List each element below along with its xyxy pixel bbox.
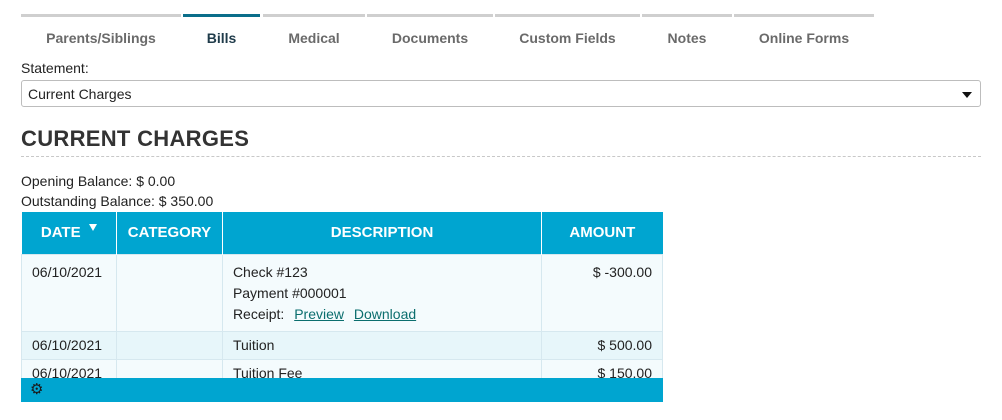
- tab-online-forms[interactable]: Online Forms: [734, 14, 874, 54]
- statement-select[interactable]: Current Charges: [21, 80, 981, 107]
- description-line: Payment #000001: [232, 284, 347, 301]
- tab-notes[interactable]: Notes: [642, 14, 732, 54]
- date-header-label: DATE: [40, 224, 81, 242]
- amount-cell: $ 500.00: [541, 330, 663, 360]
- tab-documents[interactable]: Documents: [367, 14, 493, 54]
- description-header-label: DESCRIPTION: [330, 224, 434, 242]
- tab-parents-siblings[interactable]: Parents/Siblings: [21, 14, 181, 54]
- description-line: Check #123: [232, 263, 308, 280]
- receipt-line: Receipt: Preview Download: [233, 304, 531, 325]
- page-title: CURRENT CHARGES: [21, 126, 981, 157]
- category-cell: [115, 253, 223, 332]
- column-header-date[interactable]: DATE: [21, 212, 117, 254]
- sort-descending-icon: [88, 224, 97, 232]
- charges-table: DATE CATEGORY DESCRIPTION AMOUNT 06/10/2…: [21, 212, 663, 388]
- receipt-label: Receipt:: [232, 305, 285, 322]
- table-row: 06/10/2021 Check #123 Payment #000001 Re…: [21, 253, 663, 332]
- date-cell: 06/10/2021: [21, 253, 117, 332]
- column-header-description[interactable]: DESCRIPTION: [222, 212, 543, 254]
- receipt-download-link[interactable]: Download: [354, 306, 416, 322]
- statement-selected-value: Current Charges: [28, 86, 132, 102]
- tab-medical[interactable]: Medical: [263, 14, 365, 54]
- table-row: 06/10/2021 Tuition $ 500.00: [21, 330, 663, 360]
- column-header-amount[interactable]: AMOUNT: [541, 212, 663, 254]
- table-header-row: DATE CATEGORY DESCRIPTION AMOUNT: [21, 212, 663, 254]
- gear-icon[interactable]: ⚙: [30, 381, 43, 399]
- statement-label: Statement:: [21, 60, 89, 76]
- tab-bills[interactable]: Bills: [183, 14, 260, 54]
- description-cell: Tuition: [221, 330, 543, 360]
- outstanding-balance: Outstanding Balance: $ 350.00: [21, 193, 214, 209]
- receipt-preview-link[interactable]: Preview: [294, 306, 344, 322]
- amount-header-label: AMOUNT: [569, 224, 636, 242]
- table-footer: ⚙: [21, 378, 663, 402]
- amount-cell: $ -300.00: [541, 253, 663, 332]
- chevron-down-icon: [962, 92, 972, 98]
- column-header-category[interactable]: CATEGORY: [116, 212, 223, 254]
- date-cell: 06/10/2021: [21, 330, 117, 360]
- category-cell: [115, 330, 223, 360]
- opening-balance: Opening Balance: $ 0.00: [21, 173, 176, 189]
- description-cell: Check #123 Payment #000001 Receipt: Prev…: [221, 253, 543, 332]
- category-header-label: CATEGORY: [127, 224, 212, 242]
- tab-custom-fields[interactable]: Custom Fields: [495, 14, 640, 54]
